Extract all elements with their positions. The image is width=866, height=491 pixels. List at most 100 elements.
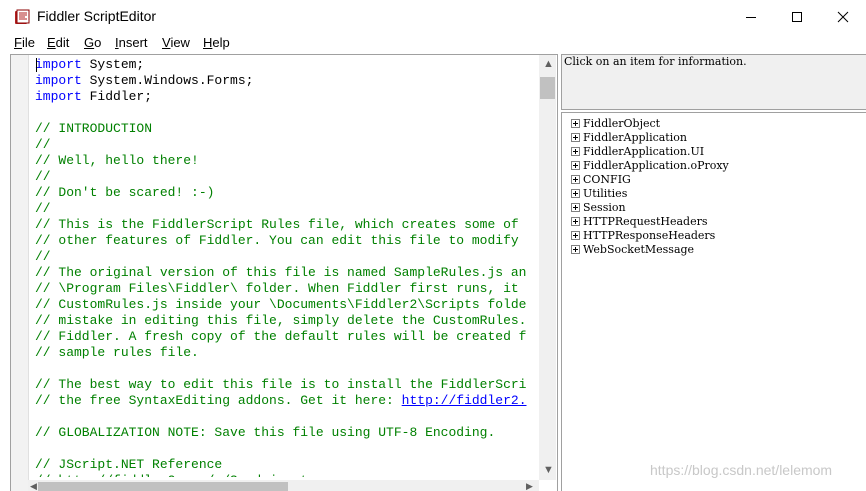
code-line[interactable]: // \Program Files\Fiddler\ folder. When … (35, 281, 539, 297)
comment-token: // The best way to edit this file is to … (35, 377, 527, 392)
comment-token: // (35, 169, 51, 184)
comment-token: // JScript.NET Reference (35, 457, 223, 472)
tree-item[interactable]: Utilities (571, 186, 627, 200)
code-line[interactable]: // Fiddler. A fresh copy of the default … (35, 329, 539, 345)
menu-view[interactable]: View (162, 35, 190, 50)
comment-token: // other features of Fiddler. You can ed… (35, 233, 519, 248)
tree-item[interactable]: Session (571, 200, 626, 214)
comment-token: // INTRODUCTION (35, 121, 153, 136)
editor-gutter (11, 55, 29, 491)
code-line[interactable]: // (35, 249, 539, 265)
class-explorer-tree[interactable]: FiddlerObject FiddlerApplication FiddlerAp… (561, 112, 866, 491)
menu-help[interactable]: Help (203, 35, 230, 50)
code-line[interactable]: // The best way to edit this file is to … (35, 377, 539, 393)
comment-token: // This is the FiddlerScript Rules file,… (35, 217, 519, 232)
comment-token: // (35, 137, 51, 152)
code-line[interactable]: // other features of Fiddler. You can ed… (35, 233, 539, 249)
minimize-button[interactable] (728, 0, 774, 34)
code-text: Fiddler; (81, 89, 153, 104)
tree-item[interactable]: HTTPResponseHeaders (571, 228, 715, 242)
expand-plus-icon[interactable] (571, 230, 580, 240)
code-line[interactable]: // (35, 137, 539, 153)
comment-token: // mistake in editing this file, simply … (35, 313, 527, 328)
title-bar: Fiddler ScriptEditor (0, 0, 866, 34)
comment-token: // \Program Files\Fiddler\ folder. When … (35, 281, 519, 296)
maximize-button[interactable] (774, 0, 820, 34)
expand-plus-icon[interactable] (571, 202, 580, 212)
code-line[interactable] (35, 105, 539, 121)
code-line[interactable] (35, 441, 539, 457)
horizontal-scrollbar[interactable]: ◀ ▶ (28, 480, 539, 491)
minimize-icon (746, 17, 756, 18)
text-caret (36, 58, 37, 72)
code-line[interactable]: // mistake in editing this file, simply … (35, 313, 539, 329)
expand-plus-icon[interactable] (571, 160, 580, 170)
tree-item[interactable]: FiddlerObject (571, 116, 660, 130)
comment-token: // Well, hello there! (35, 153, 199, 168)
tree-item-label: FiddlerApplication (583, 130, 687, 144)
tree-item-label: FiddlerApplication.oProxy (583, 158, 729, 172)
expand-plus-icon[interactable] (571, 244, 580, 254)
tree-item-label: Session (583, 200, 626, 214)
tree-item[interactable]: FiddlerApplication.UI (571, 144, 704, 158)
tree-item[interactable]: WebSocketMessage (571, 242, 694, 256)
keyword-token: import (35, 89, 82, 104)
code-text: System.Windows.Forms; (81, 73, 254, 88)
expand-plus-icon[interactable] (571, 146, 580, 156)
menu-go[interactable]: Go (84, 35, 101, 50)
expand-plus-icon[interactable] (571, 132, 580, 142)
code-line[interactable]: // (35, 169, 539, 185)
expand-plus-icon[interactable] (571, 118, 580, 128)
code-line[interactable]: // http://fiddler2.com/r/?msdnjsnet (35, 473, 539, 477)
code-line[interactable]: // CustomRules.js inside your \Documents… (35, 297, 539, 313)
tree-item-label: CONFIG (583, 172, 631, 186)
comment-token: // (35, 249, 51, 264)
script-editor[interactable]: import System; import System.Windows.Form… (10, 54, 558, 491)
comment-token: // Fiddler. A fresh copy of the default … (35, 329, 527, 344)
close-button[interactable] (820, 0, 866, 34)
comment-token: // CustomRules.js inside your \Documents… (35, 297, 527, 312)
code-line[interactable]: // (35, 201, 539, 217)
code-area[interactable]: import System; import System.Windows.Form… (35, 57, 539, 477)
code-line[interactable]: // INTRODUCTION (35, 121, 539, 137)
code-line[interactable]: // JScript.NET Reference (35, 457, 539, 473)
code-line[interactable]: // sample rules file. (35, 345, 539, 361)
tree-item-label: Utilities (583, 186, 628, 200)
tree-item[interactable]: CONFIG (571, 172, 631, 186)
close-icon (837, 11, 849, 23)
vertical-scroll-thumb[interactable] (540, 77, 555, 99)
expand-plus-icon[interactable] (571, 188, 580, 198)
menu-edit[interactable]: Edit (47, 35, 69, 50)
keyword-token: import (35, 73, 82, 88)
tree-item[interactable]: HTTPRequestHeaders (571, 214, 707, 228)
code-line[interactable]: // Well, hello there! (35, 153, 539, 169)
code-text: System; (81, 57, 145, 72)
maximize-icon (792, 12, 802, 22)
expand-plus-icon[interactable] (571, 216, 580, 226)
code-line[interactable]: // GLOBALIZATION NOTE: Save this file us… (35, 425, 539, 441)
menu-file[interactable]: File (14, 35, 35, 50)
comment-token: // (35, 201, 51, 216)
code-link[interactable]: http://fiddler2. (402, 393, 527, 408)
fiddler-app-icon (15, 9, 30, 24)
code-line[interactable]: // Don't be scared! :-) (35, 185, 539, 201)
vertical-scrollbar[interactable]: ▲ ▼ (539, 55, 556, 480)
code-line[interactable]: import System; (35, 57, 539, 73)
code-line[interactable]: import System.Windows.Forms; (35, 73, 539, 89)
code-line[interactable] (35, 361, 539, 377)
tree-item-label: HTTPRequestHeaders (583, 214, 708, 228)
code-line[interactable]: // This is the FiddlerScript Rules file,… (35, 217, 539, 233)
comment-token: // Don't be scared! :-) (35, 185, 215, 200)
code-line[interactable] (35, 409, 539, 425)
scroll-up-icon[interactable]: ▲ (543, 59, 554, 70)
code-line[interactable]: // the free SyntaxEditing addons. Get it… (35, 393, 539, 409)
comment-token: // GLOBALIZATION NOTE: Save this file us… (35, 425, 496, 440)
expand-plus-icon[interactable] (571, 174, 580, 184)
scroll-down-icon[interactable]: ▼ (543, 465, 554, 476)
code-line[interactable]: import Fiddler; (35, 89, 539, 105)
menu-insert[interactable]: Insert (115, 35, 148, 50)
menu-bar: File Edit Go Insert View Help (0, 34, 866, 53)
tree-item[interactable]: FiddlerApplication (571, 130, 687, 144)
tree-item[interactable]: FiddlerApplication.oProxy (571, 158, 729, 172)
code-line[interactable]: // The original version of this file is … (35, 265, 539, 281)
